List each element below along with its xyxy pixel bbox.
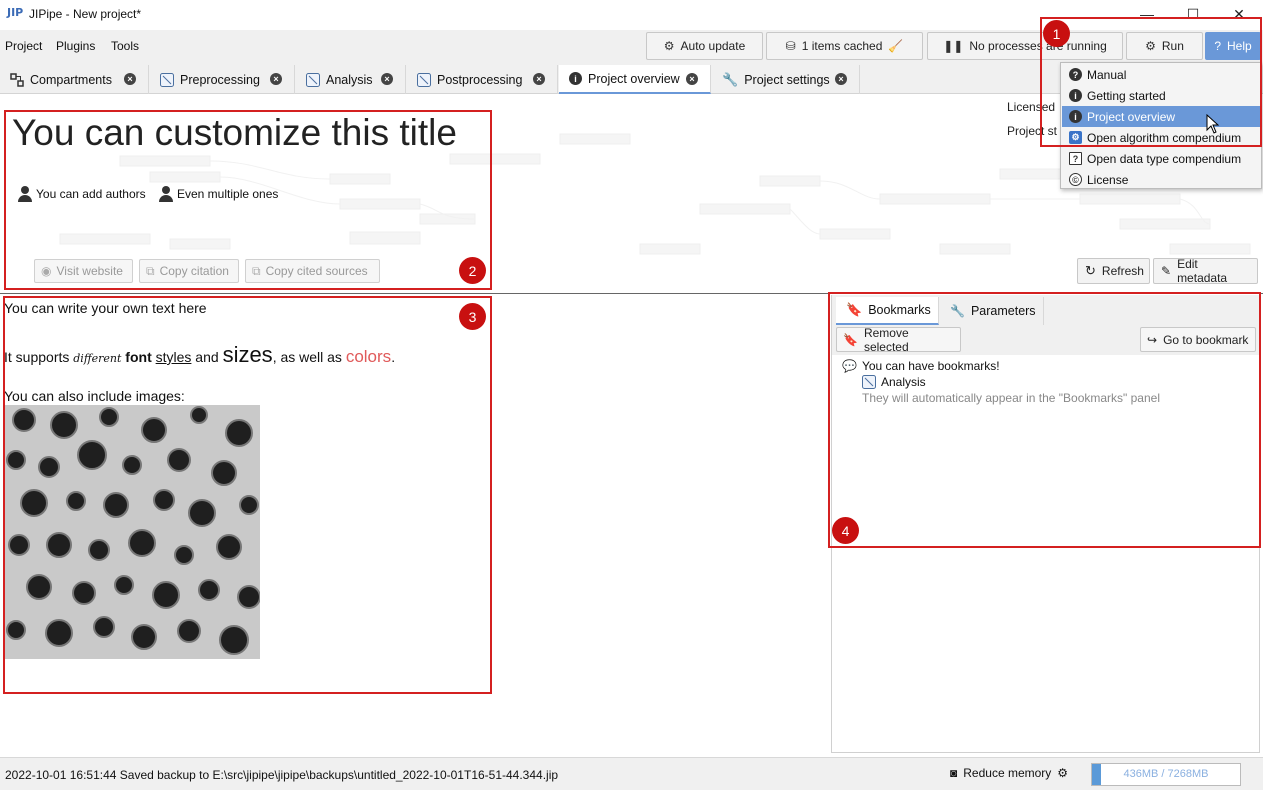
menu-project[interactable]: Project <box>5 39 42 53</box>
tab-preprocessing[interactable]: Preprocessing × <box>150 65 295 94</box>
wrench-icon: 🔧 <box>722 71 739 87</box>
graph-icon <box>160 72 174 87</box>
refresh-label: Refresh <box>1101 264 1144 278</box>
broom-icon: 🧹 <box>888 39 904 53</box>
callout-number-2: 2 <box>459 257 486 284</box>
statusbar: 2022-10-01 16:51:44 Saved backup to E:\s… <box>0 757 1263 790</box>
compartments-icon <box>10 72 24 87</box>
menu-tools[interactable]: Tools <box>111 39 139 53</box>
gear-icon: ⚙ <box>663 39 675 53</box>
callout-box-1 <box>1040 17 1262 147</box>
callout-number-1: 1 <box>1043 20 1070 47</box>
tab-project-overview[interactable]: i Project overview × <box>559 65 711 94</box>
question-box-icon: ? <box>1069 152 1082 165</box>
gear-icon[interactable]: ⚙ <box>1057 766 1068 780</box>
callout-box-2 <box>4 110 492 290</box>
menu-plugins[interactable]: Plugins <box>56 39 95 53</box>
tab-postprocessing[interactable]: Postprocessing × <box>407 65 558 94</box>
auto-update-label: Auto update <box>680 39 746 53</box>
cache-label: 1 items cached <box>801 39 883 53</box>
database-icon: ⛁ <box>785 39 796 53</box>
tab-label: Postprocessing <box>437 72 523 87</box>
tab-project-settings[interactable]: 🔧 Project settings × <box>712 65 860 94</box>
callout-box-3 <box>3 296 492 694</box>
menu-item-label: License <box>1087 172 1129 187</box>
tab-compartments[interactable]: Compartments × <box>0 65 149 94</box>
status-message: 2022-10-01 16:51:44 Saved backup to E:\s… <box>5 768 559 782</box>
menu-item-data-type-compendium[interactable]: ? Open data type compendium <box>1062 148 1261 169</box>
memory-icon: ◙ <box>950 766 958 780</box>
graph-icon <box>306 72 320 87</box>
close-tab-icon[interactable]: × <box>835 73 847 85</box>
tab-label: Compartments <box>30 72 112 87</box>
cache-button[interactable]: ⛁ 1 items cached 🧹 <box>766 32 923 60</box>
close-tab-icon[interactable]: × <box>270 73 282 85</box>
callout-number-3: 3 <box>459 303 486 330</box>
window-title: JIPipe - New project* <box>29 7 142 21</box>
pencil-icon: ✎ <box>1161 264 1172 278</box>
memory-usage-text: 436MB / 7268MB <box>1123 768 1209 780</box>
close-tab-icon[interactable]: × <box>381 73 393 85</box>
pause-icon: ❚❚ <box>943 39 964 53</box>
menu-item-label: Open data type compendium <box>1087 151 1242 166</box>
memory-usage-bar: 436MB / 7268MB <box>1091 763 1241 786</box>
callout-number-4: 4 <box>832 517 859 544</box>
menu-item-license[interactable]: © License <box>1062 169 1261 190</box>
close-tab-icon[interactable]: × <box>124 73 136 85</box>
tab-label: Analysis <box>326 72 373 87</box>
edit-metadata-label: Edit metadata <box>1177 257 1228 285</box>
tab-label: Project settings <box>744 72 830 87</box>
copyright-icon: © <box>1069 173 1082 186</box>
close-tab-icon[interactable]: × <box>686 73 698 85</box>
tab-analysis[interactable]: Analysis × <box>296 65 406 94</box>
jipipe-logo-icon: JIP <box>7 6 24 19</box>
refresh-button[interactable]: ↻ Refresh <box>1077 258 1150 284</box>
callout-box-4 <box>828 292 1261 548</box>
graph-icon <box>417 72 431 87</box>
reduce-memory-button[interactable]: ◙ Reduce memory ⚙ <box>950 766 1068 780</box>
reduce-memory-label: Reduce memory <box>963 766 1052 780</box>
tab-label: Preprocessing <box>180 72 260 87</box>
edit-metadata-button[interactable]: ✎ Edit metadata <box>1153 257 1258 285</box>
refresh-icon: ↻ <box>1085 263 1096 278</box>
tab-label: Project overview <box>588 71 680 86</box>
info-icon: i <box>569 72 582 85</box>
auto-update-button[interactable]: ⚙ Auto update <box>646 32 763 60</box>
close-tab-icon[interactable]: × <box>533 73 545 85</box>
